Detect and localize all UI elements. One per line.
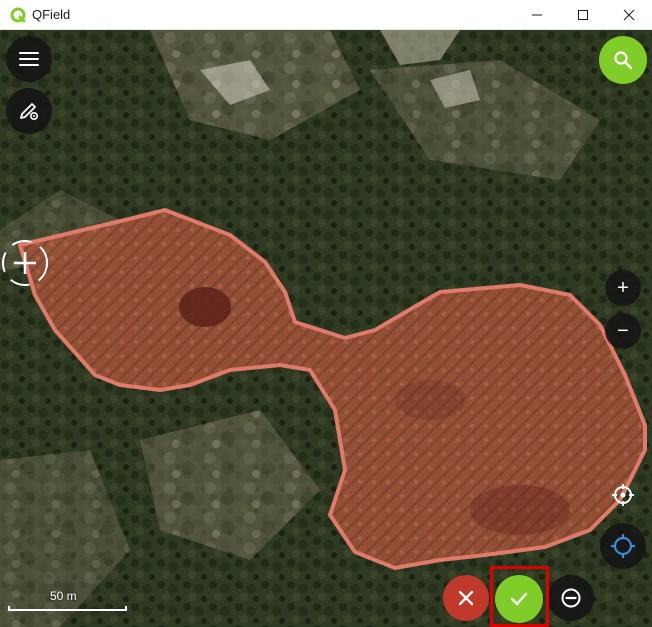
- scale-line: [8, 606, 127, 611]
- aerial-map-background: [0, 30, 652, 627]
- main-menu-button[interactable]: [6, 36, 52, 82]
- minimize-icon: [532, 14, 542, 16]
- window-title: QField: [32, 7, 71, 22]
- map-scale-bar: 50 m: [8, 588, 127, 614]
- digitizing-settings-button[interactable]: [6, 88, 52, 134]
- close-x-icon: [458, 590, 474, 606]
- minus-circle-icon: [561, 588, 581, 608]
- zoom-in-button[interactable]: +: [605, 270, 641, 306]
- cancel-digitizing-button[interactable]: [443, 575, 489, 621]
- zoom-out-label: −: [617, 320, 629, 342]
- add-vertex-button[interactable]: [608, 480, 638, 510]
- confirm-button-highlight: [490, 566, 549, 627]
- scale-label: 50 m: [50, 589, 77, 603]
- close-icon: [623, 9, 635, 21]
- minimize-button[interactable]: [514, 0, 560, 30]
- map-canvas[interactable]: + −: [0, 30, 652, 627]
- zoom-in-label: +: [617, 277, 629, 299]
- gps-locate-button[interactable]: [600, 523, 646, 569]
- search-icon: [614, 51, 633, 70]
- crosshair-icon: [612, 484, 634, 506]
- gps-locate-icon: [611, 534, 635, 558]
- vertex-crosshair-cursor[interactable]: [0, 238, 50, 288]
- search-button[interactable]: [599, 36, 647, 84]
- hamburger-menu-icon: [19, 52, 39, 66]
- remove-vertex-button[interactable]: [548, 575, 594, 621]
- pencil-settings-icon: [20, 103, 39, 121]
- window-titlebar: QField: [0, 0, 652, 30]
- qfield-logo-icon: [10, 7, 26, 23]
- close-button[interactable]: [606, 0, 652, 30]
- maximize-button[interactable]: [560, 0, 606, 30]
- maximize-icon: [578, 10, 588, 20]
- zoom-out-button[interactable]: −: [605, 313, 641, 349]
